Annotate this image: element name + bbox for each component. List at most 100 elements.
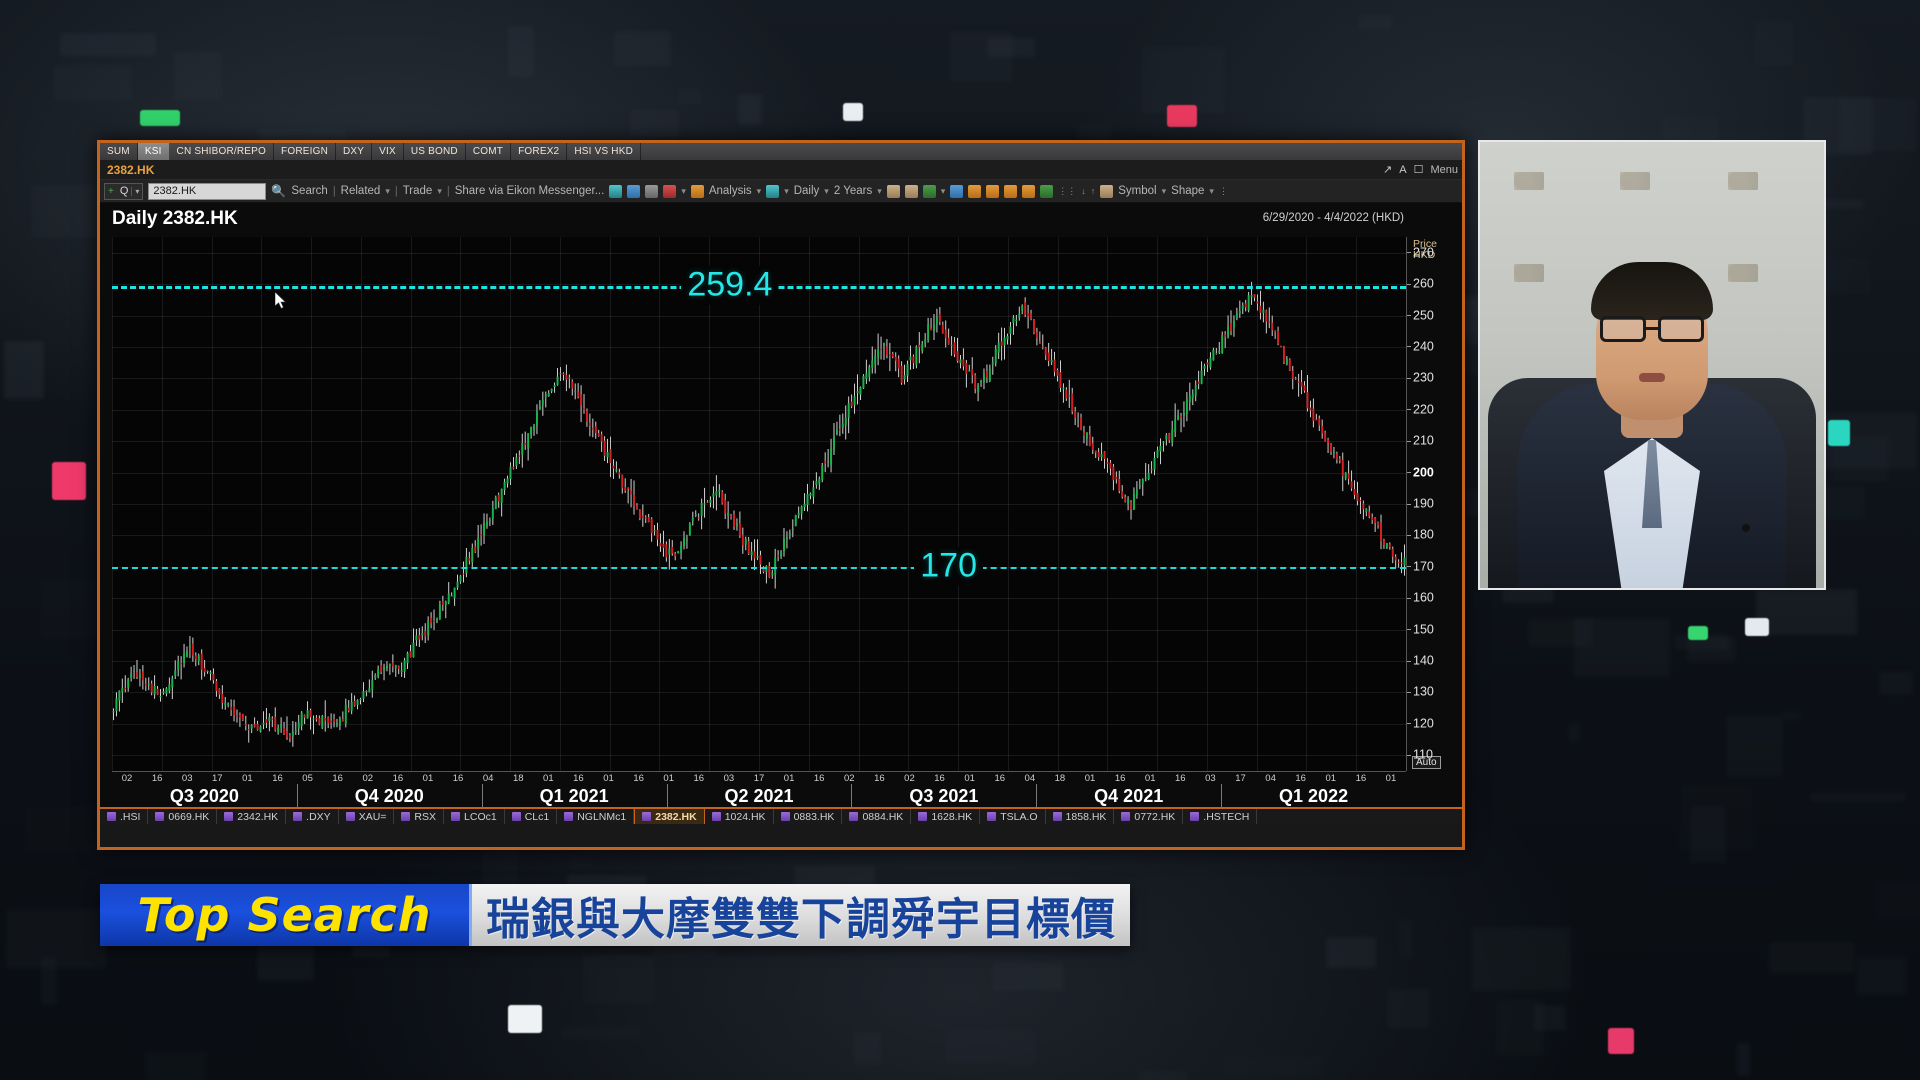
tab-ksi[interactable]: KSI [137, 143, 170, 160]
chart-toolbar[interactable]: + Q ▾ 🔍 Search | Related ▾ | Trade ▾ | S… [100, 180, 1462, 203]
symbol-icon[interactable] [1100, 184, 1114, 198]
background-block [1879, 672, 1913, 694]
chevron-down-icon[interactable]: ▾ [437, 186, 442, 197]
price-axis[interactable]: Price HKD Auto 270 260 250 240 230 220 210 200 1… [1406, 237, 1462, 771]
layout-icon[interactable] [950, 184, 964, 198]
quarter-separator [296, 784, 298, 807]
ticker-item-0883hk[interactable]: 0883.HK [774, 809, 843, 824]
ticker-item-tslao[interactable]: TSLA.O [980, 809, 1046, 824]
tab-foreign[interactable]: FOREIGN [274, 143, 336, 160]
expand-arrow-icon[interactable]: ↗ [1383, 163, 1392, 176]
tick-mark [1407, 503, 1411, 505]
symbol-menu[interactable]: Symbol [1118, 185, 1156, 197]
move-down-icon[interactable]: ↓ [1081, 186, 1086, 196]
trade-button[interactable]: Trade [403, 185, 433, 197]
search-button[interactable]: Search [291, 185, 327, 197]
ticker-item-hsi[interactable]: .HSI [100, 809, 149, 824]
watchlist-ticker-bar[interactable]: .HSI 0669.HK 2342.HK .DXY XAU= RSX LCOc1 CLc1 NG… [100, 807, 1462, 824]
date-axis[interactable]: 02 16 03 17 01 16 05 16 02 16 01 16 04 18 01 16 01 16 01 16… [112, 771, 1406, 807]
gridline-vertical [659, 237, 661, 771]
ticker-item-2382hk[interactable]: 2382.HK [634, 809, 705, 824]
ticker-item-0884hk[interactable]: 0884.HK [842, 809, 912, 824]
interval-selector[interactable]: Daily [794, 185, 820, 197]
chevron-down-icon[interactable]: ▾ [941, 186, 946, 197]
candlestick-style-icon[interactable] [663, 184, 677, 198]
restore-window-icon[interactable]: ☐ [1414, 163, 1424, 176]
expand-vertical-icon[interactable] [1004, 184, 1018, 198]
tab-forex2[interactable]: FOREX2 [511, 143, 568, 160]
collapse-horizontal-icon[interactable] [986, 184, 1000, 198]
tab-vix[interactable]: VIX [372, 143, 404, 160]
tick-mark [1407, 440, 1411, 442]
ticker-item-1024hk[interactable]: 1024.HK [705, 809, 774, 824]
share-eikon-messenger-button[interactable]: Share via Eikon Messenger... [455, 185, 605, 197]
price-plot[interactable]: 259.4 170 [112, 237, 1406, 771]
accent-red-top [1167, 105, 1197, 127]
ticker-label: RSX [414, 810, 437, 823]
chevron-down-icon[interactable]: ▾ [757, 186, 762, 197]
tab-hsi-vs-hkd[interactable]: HSI VS HKD [567, 143, 642, 160]
quote-type-selector[interactable]: + Q ▾ [104, 182, 144, 200]
search-icon[interactable]: 🔍 [271, 184, 286, 198]
tab-cn-shibor-repo[interactable]: CN SHIBOR/REPO [169, 143, 275, 160]
date-axis-tick: 01 [663, 773, 675, 784]
ticker-item-1858hk[interactable]: 1858.HK [1046, 809, 1115, 824]
grid-icon[interactable] [766, 184, 780, 198]
more-tools-icon[interactable]: ⋮ [1219, 186, 1228, 197]
ticker-item-xau[interactable]: XAU= [339, 809, 395, 824]
ticker-item-0669hk[interactable]: 0669.HK [148, 809, 218, 824]
date-axis-tick: 02 [904, 773, 915, 784]
shape-menu[interactable]: Shape [1171, 185, 1204, 197]
background-block [53, 65, 132, 100]
font-size-icon[interactable]: A [1399, 164, 1406, 176]
chevron-down-icon[interactable]: ▾ [131, 186, 142, 196]
chevron-down-icon[interactable]: ▾ [877, 186, 882, 197]
tab-sum[interactable]: SUM [100, 143, 138, 160]
axis-scale-icon[interactable] [922, 184, 936, 198]
resize-icon[interactable]: ⋮⋮ [1058, 186, 1076, 197]
undo-icon[interactable] [627, 184, 641, 198]
date-axis-tick: 17 [1235, 773, 1246, 784]
ticker-item-hstech[interactable]: .HSTECH [1183, 809, 1258, 824]
tick-label: 250 [1413, 308, 1434, 323]
analysis-button[interactable]: Analysis [709, 185, 752, 197]
chart-image-icon[interactable] [886, 184, 900, 198]
chevron-down-icon[interactable]: ▾ [385, 186, 390, 197]
tab-dxy[interactable]: DXY [336, 143, 373, 160]
chevron-down-icon[interactable]: ▾ [784, 186, 789, 197]
ticker-item-0772hk[interactable]: 0772.HK [1114, 809, 1184, 824]
quarter-separator [666, 784, 668, 807]
messenger-icon[interactable] [609, 184, 623, 198]
move-up-icon[interactable]: ↑ [1091, 186, 1096, 196]
workspace-tab-strip[interactable]: SUM KSI CN SHIBOR/REPO FOREIGN DXY VIX U… [100, 143, 1462, 160]
chart-icon [1190, 812, 1200, 821]
redo-icon[interactable] [645, 184, 659, 198]
ticker-item-clc1[interactable]: CLc1 [505, 809, 558, 824]
expand-horizontal-icon[interactable] [968, 184, 982, 198]
add-icon[interactable]: + [105, 186, 117, 197]
symbol-input[interactable] [148, 182, 267, 200]
tab-comt[interactable]: COMT [465, 143, 512, 160]
tick-mark [1407, 629, 1411, 631]
eikon-chart-window[interactable]: SUM KSI CN SHIBOR/REPO FOREIGN DXY VIX U… [97, 140, 1465, 850]
chevron-down-icon[interactable]: ▾ [1162, 186, 1167, 197]
chevron-down-icon[interactable]: ▾ [681, 186, 686, 197]
tab-us-bond[interactable]: US BOND [403, 143, 466, 160]
chart-template-icon[interactable] [904, 184, 918, 198]
ticker-item-2342hk[interactable]: 2342.HK [217, 809, 287, 824]
tick-label: 220 [1413, 402, 1434, 417]
related-button[interactable]: Related [341, 185, 381, 197]
snapshot-icon[interactable] [1040, 184, 1054, 198]
analysis-icon[interactable] [690, 184, 704, 198]
chevron-down-icon[interactable]: ▾ [1209, 186, 1214, 197]
ticker-item-nglnmc1[interactable]: NGLNMc1 [557, 809, 635, 824]
range-selector[interactable]: 2 Years [834, 185, 872, 197]
ticker-item-rsx[interactable]: RSX [394, 809, 445, 824]
ticker-item-1628hk[interactable]: 1628.HK [911, 809, 981, 824]
menu-button[interactable]: Menu [1430, 164, 1458, 176]
ticker-item-dxy[interactable]: .DXY [286, 809, 339, 824]
ticker-item-lcoc1[interactable]: LCOc1 [444, 809, 505, 824]
chevron-down-icon[interactable]: ▾ [824, 186, 829, 197]
chart-area[interactable]: Daily 2382.HK 6/29/2020 - 4/4/2022 (HKD)… [100, 203, 1462, 807]
hourglass-icon[interactable] [1022, 184, 1036, 198]
